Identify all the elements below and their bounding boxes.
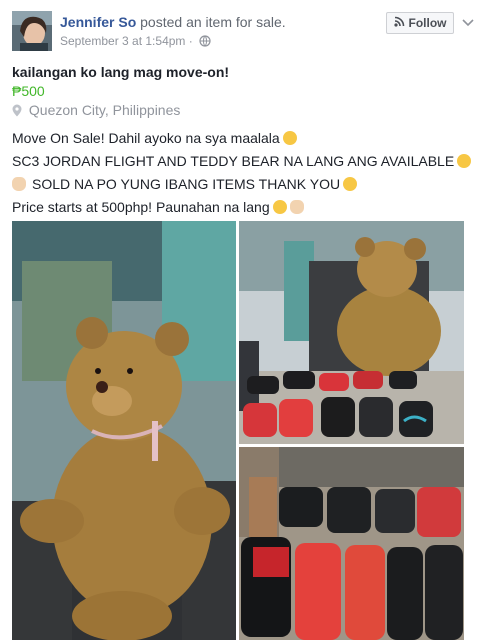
teddy-bear-photo[interactable] <box>12 221 236 640</box>
body-line-text: Price starts at 500php! Paunahan na lang <box>12 199 270 215</box>
rss-icon <box>393 16 405 30</box>
listing-price: ₱500 <box>12 83 45 99</box>
ok-hand-icon <box>289 200 304 214</box>
grinning-face-icon <box>343 177 358 191</box>
body-line-text: SC3 JORDAN FLIGHT AND TEDDY BEAR NA LANG… <box>12 153 455 169</box>
grinning-face-icon <box>272 200 287 214</box>
relieved-face-icon <box>282 131 297 145</box>
post-body: Move On Sale! Dahil ayoko na sya maalala… <box>12 128 472 220</box>
body-line: SC3 JORDAN FLIGHT AND TEDDY BEAR NA LANG… <box>12 151 472 171</box>
photo-grid <box>12 221 464 640</box>
body-line: Move On Sale! Dahil ayoko na sya maalala <box>12 128 468 148</box>
listing-location: Quezon City, Philippines <box>12 102 180 120</box>
map-pin-icon <box>12 104 22 120</box>
post-header: Jennifer So posted an item for sale. Sep… <box>12 10 474 54</box>
body-line-text: SOLD NA PO YUNG IBANG ITEMS THANK YOU <box>32 176 341 192</box>
body-line: SOLD NA PO YUNG IBANG ITEMS THANK YOU <box>12 174 468 194</box>
grinning-face-icon <box>457 154 472 168</box>
post-action-text: posted an item for sale. <box>140 14 286 30</box>
location-text: Quezon City, Philippines <box>28 102 181 118</box>
timestamp[interactable]: September 3 at 1:54pm <box>60 34 185 48</box>
listing-title: kailangan ko lang mag move-on! <box>12 64 230 80</box>
chevron-down-icon[interactable] <box>462 16 474 30</box>
ok-hand-icon <box>12 177 26 191</box>
body-line-text: Move On Sale! Dahil ayoko na sya maalala <box>12 130 280 146</box>
avatar-photo <box>12 11 52 51</box>
sale-post-card: Jennifer So posted an item for sale. Sep… <box>0 0 478 640</box>
globe-icon[interactable] <box>199 35 211 50</box>
post-meta: September 3 at 1:54pm · <box>60 34 211 50</box>
follow-button[interactable]: Follow <box>386 12 454 34</box>
sneakers-photo[interactable] <box>239 447 464 640</box>
author-name[interactable]: Jennifer So <box>60 14 136 30</box>
avatar[interactable] <box>12 11 52 51</box>
meta-separator: · <box>188 34 193 48</box>
author-line: Jennifer So posted an item for sale. <box>60 14 286 30</box>
body-line: Price starts at 500php! Paunahan na lang <box>12 197 468 217</box>
follow-label: Follow <box>408 16 447 30</box>
bear-and-shoes-photo[interactable] <box>239 221 464 444</box>
